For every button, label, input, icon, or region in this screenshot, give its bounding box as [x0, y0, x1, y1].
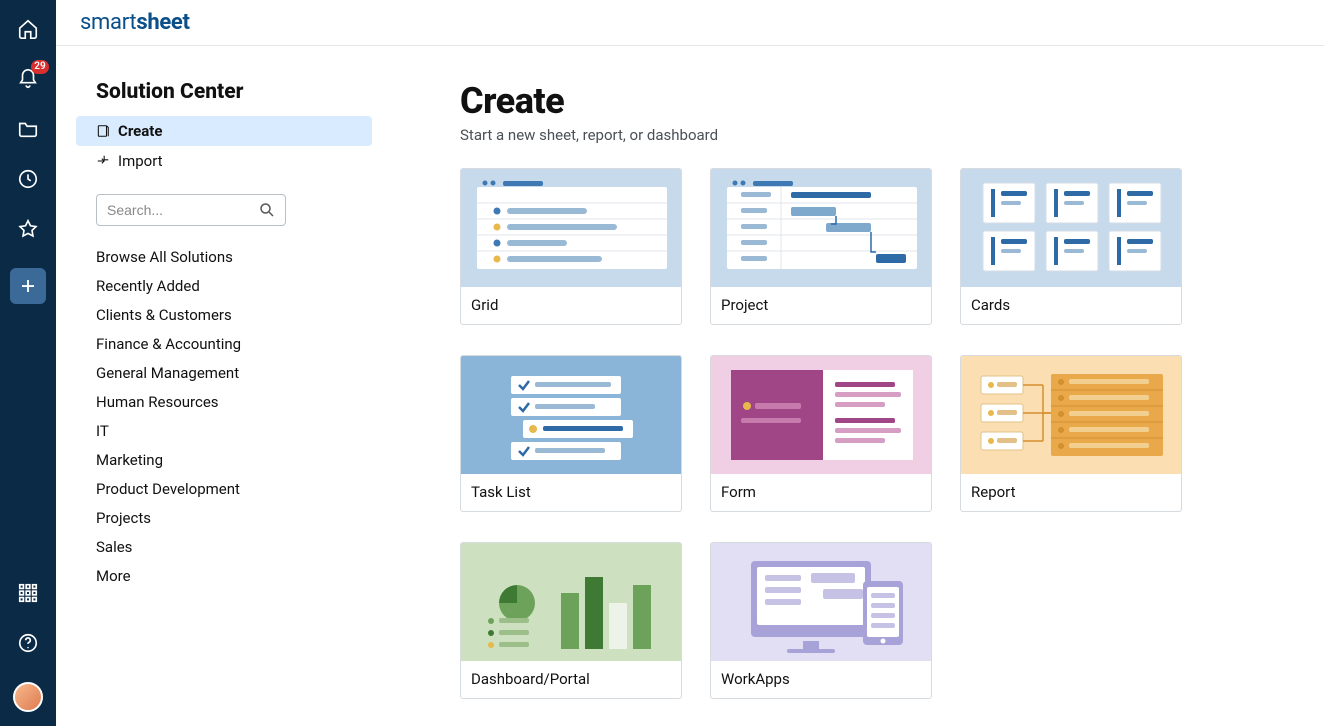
- card-report[interactable]: Report: [960, 355, 1182, 512]
- nav-item-import[interactable]: Import: [76, 146, 372, 176]
- dashboard-thumb-icon: [461, 543, 682, 661]
- brand-part1: smart: [80, 10, 136, 35]
- brand-logo[interactable]: smartsheet: [80, 10, 190, 35]
- page-title: Create: [460, 80, 1284, 122]
- category-sales[interactable]: Sales: [96, 538, 372, 556]
- card-label: Form: [711, 474, 931, 511]
- folder-icon[interactable]: [17, 118, 39, 140]
- category-list: Browse All Solutions Recently Added Clie…: [96, 248, 372, 585]
- sidebar-search: [96, 194, 372, 226]
- category-more[interactable]: More: [96, 567, 372, 585]
- panel-nav: Create Import: [76, 116, 372, 176]
- avatar[interactable]: [13, 682, 43, 712]
- main-content: Create Start a new sheet, report, or das…: [396, 46, 1324, 726]
- category-browse-all[interactable]: Browse All Solutions: [96, 248, 372, 266]
- category-product-dev[interactable]: Product Development: [96, 480, 372, 498]
- favorites-icon[interactable]: [17, 218, 39, 240]
- left-rail: 29: [0, 0, 56, 726]
- card-task-list[interactable]: Task List: [460, 355, 682, 512]
- card-label: Dashboard/Portal: [461, 661, 681, 698]
- card-project[interactable]: Project: [710, 168, 932, 325]
- solution-center-panel: Solution Center Create Import Browse All…: [56, 46, 396, 726]
- create-button[interactable]: [10, 268, 46, 304]
- app-header: smartsheet: [56, 0, 1324, 46]
- category-marketing[interactable]: Marketing: [96, 451, 372, 469]
- tasklist-thumb-icon: [461, 356, 682, 474]
- nav-item-create[interactable]: Create: [76, 116, 372, 146]
- category-projects[interactable]: Projects: [96, 509, 372, 527]
- notifications-badge: 29: [31, 60, 49, 74]
- page-subtitle: Start a new sheet, report, or dashboard: [460, 126, 1284, 144]
- report-thumb-icon: [961, 356, 1182, 474]
- panel-title: Solution Center: [96, 80, 372, 104]
- card-grid[interactable]: Grid: [460, 168, 682, 325]
- workapps-thumb-icon: [711, 543, 932, 661]
- category-hr[interactable]: Human Resources: [96, 393, 372, 411]
- template-grid: Grid: [460, 168, 1284, 699]
- grid-thumb-icon: [461, 169, 682, 287]
- card-cards[interactable]: Cards: [960, 168, 1182, 325]
- card-form[interactable]: Form: [710, 355, 932, 512]
- card-label: Cards: [961, 287, 1181, 324]
- category-finance[interactable]: Finance & Accounting: [96, 335, 372, 353]
- project-thumb-icon: [711, 169, 932, 287]
- apps-icon[interactable]: [17, 582, 39, 604]
- card-label: Project: [711, 287, 931, 324]
- card-dashboard[interactable]: Dashboard/Portal: [460, 542, 682, 699]
- brand-part2: sheet: [136, 10, 189, 35]
- card-workapps[interactable]: WorkApps: [710, 542, 932, 699]
- category-general-mgmt[interactable]: General Management: [96, 364, 372, 382]
- cards-thumb-icon: [961, 169, 1182, 287]
- form-thumb-icon: [711, 356, 932, 474]
- help-icon[interactable]: [17, 632, 39, 654]
- category-clients[interactable]: Clients & Customers: [96, 306, 372, 324]
- search-icon: [258, 201, 276, 219]
- card-label: WorkApps: [711, 661, 931, 698]
- home-icon[interactable]: [17, 18, 39, 40]
- recents-icon[interactable]: [17, 168, 39, 190]
- card-label: Report: [961, 474, 1181, 511]
- card-label: Task List: [461, 474, 681, 511]
- notifications-icon[interactable]: 29: [17, 68, 39, 90]
- category-it[interactable]: IT: [96, 422, 372, 440]
- nav-label: Import: [118, 152, 163, 170]
- card-label: Grid: [461, 287, 681, 324]
- category-recently-added[interactable]: Recently Added: [96, 277, 372, 295]
- nav-label: Create: [118, 122, 162, 140]
